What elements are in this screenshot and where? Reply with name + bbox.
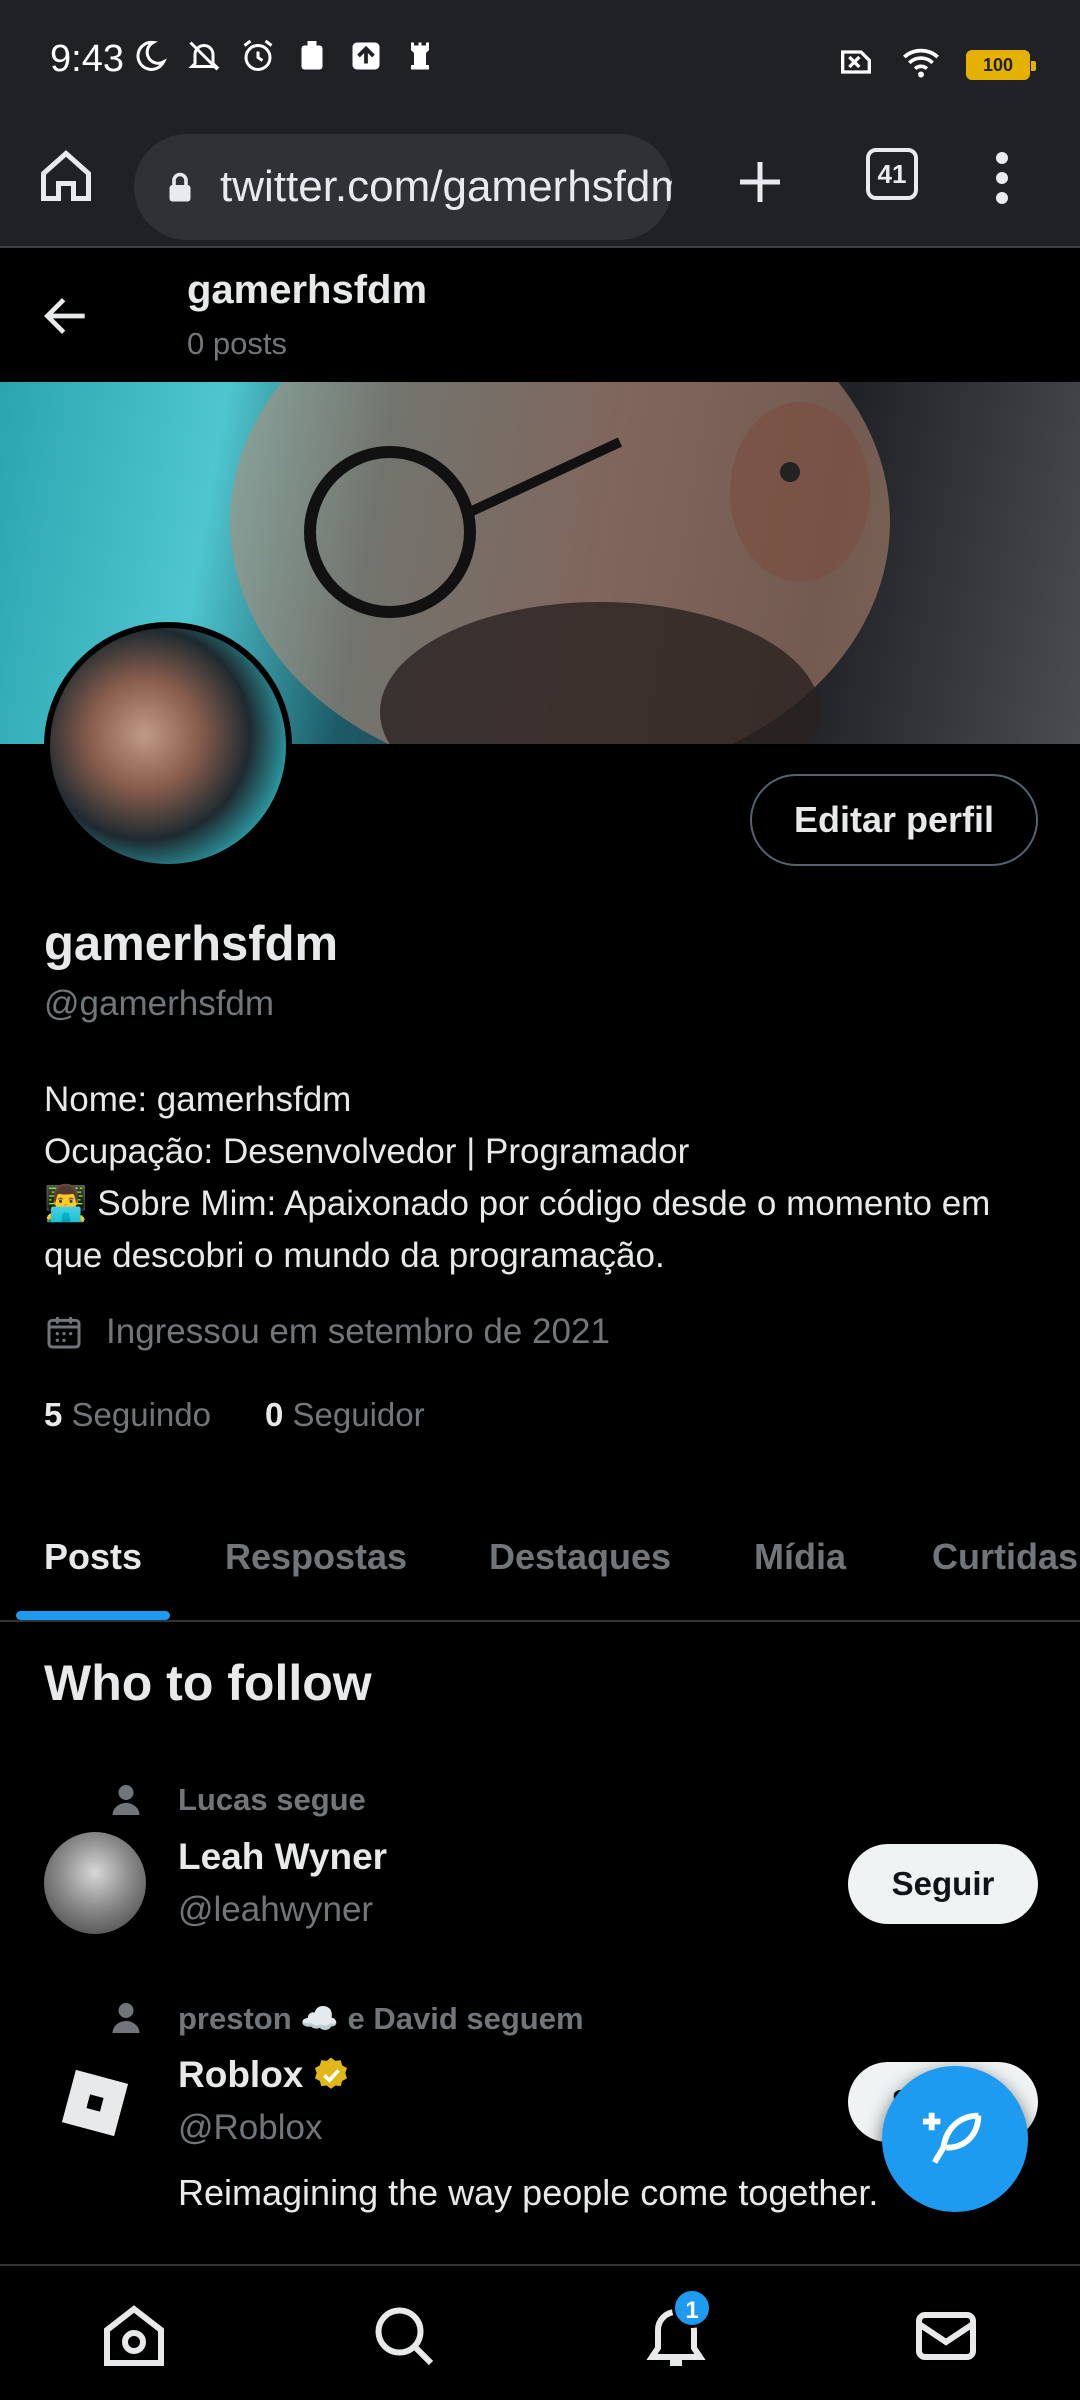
tab-respostas[interactable]: Respostas — [225, 1536, 407, 1578]
following-label: Seguindo — [71, 1396, 211, 1433]
compose-button[interactable] — [882, 2066, 1028, 2212]
profile-tabs: Posts Respostas Destaques Mídia Curtidas — [0, 1510, 1080, 1622]
profile-header-bar: gamerhsfdm 0 posts — [0, 250, 1080, 382]
battery-saver-icon — [294, 38, 330, 74]
suggestion-context: Lucas segue — [178, 1782, 366, 1817]
status-icons-left — [132, 38, 438, 74]
bio-line: 👨‍💻 Sobre Mim: Apaixonado por código des… — [44, 1184, 991, 1275]
moon-icon — [132, 38, 168, 74]
joined-text: Ingressou em setembro de 2021 — [106, 1312, 610, 1351]
header-post-count: 0 posts — [187, 326, 287, 361]
follow-button[interactable]: Seguir — [848, 1844, 1038, 1924]
new-tab-button[interactable] — [730, 152, 790, 212]
chess-rook-icon — [402, 38, 438, 74]
alarm-icon — [240, 38, 276, 74]
bio-line: Ocupação: Desenvolvedor | Programador — [44, 1132, 690, 1171]
suggestion-description: Reimagining the way people come together… — [178, 2172, 879, 2213]
nav-notifications[interactable]: 1 — [640, 2288, 712, 2372]
nav-messages[interactable] — [910, 2300, 982, 2372]
lock-icon — [162, 168, 198, 208]
home-icon[interactable] — [36, 146, 96, 206]
back-arrow-icon[interactable] — [38, 288, 94, 344]
tab-switcher-button[interactable]: 41 — [866, 148, 918, 200]
no-sim-icon — [836, 42, 876, 87]
tab-destaques[interactable]: Destaques — [489, 1536, 671, 1578]
nav-search[interactable] — [368, 2300, 440, 2372]
compose-icon — [922, 2112, 982, 2164]
header-name: gamerhsfdm — [187, 268, 428, 312]
url-text[interactable]: twitter.com/gamerhsfdm — [220, 162, 672, 212]
joined-date: Ingressou em setembro de 2021 — [44, 1312, 610, 1352]
bio-line: Nome: gamerhsfdm — [44, 1080, 352, 1119]
active-tab-indicator — [16, 1611, 170, 1620]
tab-midia[interactable]: Mídia — [754, 1536, 846, 1578]
browser-toolbar: twitter.com/gamerhsfdm 41 — [0, 118, 1080, 248]
verified-badge-icon — [315, 2057, 348, 2089]
roblox-logo-icon — [61, 2069, 129, 2137]
profile-avatar[interactable] — [44, 622, 292, 870]
person-icon — [112, 1785, 140, 1815]
tab-curtidas[interactable]: Curtidas — [932, 1536, 1078, 1578]
profile-display-name: gamerhsfdm — [44, 917, 339, 971]
upload-icon — [348, 38, 384, 74]
suggestion-handle: @leahwyner — [178, 1890, 374, 1929]
status-bar: 9:43 100 — [0, 0, 1080, 118]
following-link[interactable]: 5 Seguindo — [44, 1396, 211, 1434]
url-bar[interactable]: twitter.com/gamerhsfdm — [134, 134, 672, 240]
notification-badge: 1 — [672, 2288, 712, 2328]
followers-link[interactable]: 0 Seguidor — [265, 1396, 425, 1434]
status-icons-right: 100 — [836, 42, 1036, 87]
follow-stats: 5 Seguindo 0 Seguidor — [44, 1396, 425, 1434]
avatar[interactable] — [44, 1832, 146, 1934]
tab-posts[interactable]: Posts — [44, 1536, 142, 1578]
nav-home[interactable] — [98, 2300, 170, 2372]
suggestion-name-text: Leah Wyner — [178, 1836, 388, 1877]
bottom-navigation: 1 — [0, 2264, 1080, 2400]
battery-indicator: 100 — [966, 49, 1036, 80]
search-icon — [375, 2307, 434, 2366]
profile-bio: Nome: gamerhsfdm Ocupação: Desenvolvedor… — [44, 1074, 1044, 1282]
followers-count: 0 — [265, 1396, 284, 1433]
status-time: 9:43 — [50, 38, 124, 80]
suggestion-name: Leah Wyner — [178, 1836, 387, 1878]
following-count: 5 — [44, 1396, 63, 1433]
edit-profile-button[interactable]: Editar perfil — [750, 774, 1038, 866]
profile-handle: @gamerhsfdm — [44, 984, 275, 1023]
follow-suggestion[interactable]: Lucas segue Leah Wyner @leahwyner Seguir — [0, 1770, 1080, 1970]
suggestion-name: Roblox — [178, 2054, 351, 2096]
suggestion-handle: @Roblox — [178, 2108, 323, 2147]
wifi-icon — [898, 42, 944, 87]
home-icon — [104, 2305, 164, 2366]
suggestion-name-text: Roblox — [178, 2054, 304, 2095]
avatar[interactable] — [44, 2052, 146, 2154]
person-icon — [112, 2003, 140, 2033]
plus-icon — [740, 162, 780, 202]
who-to-follow-title: Who to follow — [44, 1655, 372, 1711]
more-vert-icon[interactable] — [990, 148, 1014, 208]
followers-label: Seguidor — [292, 1396, 425, 1433]
calendar-icon — [47, 1317, 81, 1349]
mail-icon — [916, 2312, 976, 2360]
suggestion-context: preston ☁️ e David seguem — [178, 2001, 584, 2036]
bell-off-icon — [186, 38, 222, 74]
